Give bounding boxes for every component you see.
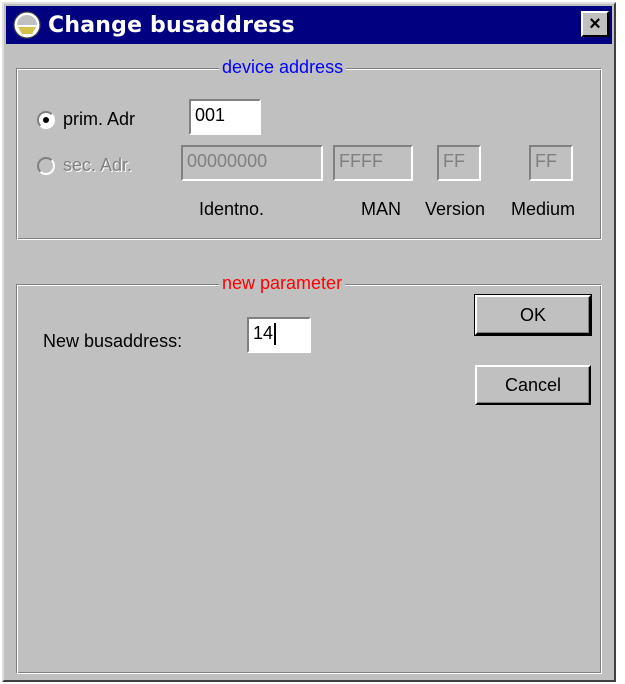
sec-adr-radio[interactable] [37, 157, 55, 175]
close-icon: × [589, 13, 601, 35]
prim-adr-input[interactable]: 001 [189, 99, 261, 135]
sec-man-input[interactable]: FFFF [333, 145, 413, 181]
sec-medium-input[interactable]: FF [529, 145, 573, 181]
new-busaddress-label: New busaddress: [43, 331, 183, 351]
app-icon [13, 11, 41, 39]
close-button[interactable]: × [581, 11, 609, 37]
change-busaddress-dialog: Change busaddress × device address prim.… [2, 2, 616, 682]
man-column-label: MAN [361, 199, 401, 219]
sec-version-input[interactable]: FF [437, 145, 481, 181]
ok-button-label: OK [519, 304, 546, 325]
new-parameter-group: new parameter New busaddress: 14 OK Canc… [16, 273, 602, 674]
radio-selected-dot [43, 117, 49, 123]
window-title: Change busaddress [48, 12, 295, 38]
new-busaddress-input[interactable]: 14 [247, 317, 311, 353]
prim-adr-label: prim. Adr [63, 109, 136, 129]
ok-button[interactable]: OK [474, 294, 592, 336]
sec-identno-input[interactable]: 00000000 [181, 145, 323, 181]
text-caret [274, 323, 277, 346]
device-address-legend: device address [219, 57, 347, 78]
version-column-label: Version [425, 199, 486, 219]
identno-column-label: Identno. [199, 199, 265, 219]
cancel-button-label: Cancel [504, 374, 562, 395]
cancel-button[interactable]: Cancel [475, 365, 591, 405]
prim-adr-radio[interactable] [37, 111, 55, 129]
new-busaddress-value: 14 [253, 323, 274, 343]
title-bar[interactable]: Change busaddress × [6, 6, 612, 44]
sec-adr-label: sec. Adr. [63, 155, 133, 175]
new-parameter-legend: new parameter [219, 273, 346, 294]
device-address-group: device address prim. Adr 001 sec. Adr. 0… [16, 57, 602, 240]
medium-column-label: Medium [511, 199, 576, 219]
